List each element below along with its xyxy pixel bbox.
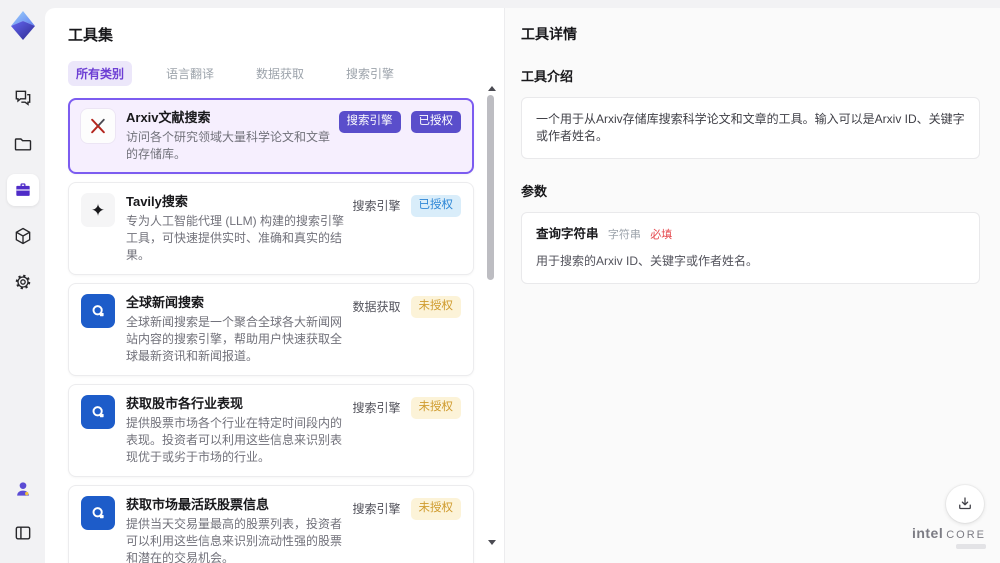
list-scrollbar[interactable]	[487, 86, 496, 545]
tool-title: Tavily搜索	[126, 194, 188, 209]
tool-card-sector-performance[interactable]: 获取股市各行业表现 提供股票市场各个行业在特定时间段内的表现。投资者可以利用这些…	[68, 384, 474, 477]
status-badge: 未授权	[410, 296, 461, 318]
intel-core-logo: intel CORE	[912, 525, 986, 549]
chat-icon	[13, 88, 33, 108]
tool-title: 获取股市各行业表现	[126, 396, 244, 411]
param-card: 查询字符串 字符串 必填 用于搜索的Arxiv ID、关键字或作者姓名。	[521, 212, 980, 284]
scroll-up-icon[interactable]	[488, 86, 496, 91]
tool-card-list: Arxiv文献搜索 访问各个研究领域大量科学论文和文章的存储库。 搜索引擎 已授…	[68, 98, 474, 563]
category-label: 搜索引擎	[352, 199, 401, 214]
tool-title: 全球新闻搜索	[126, 295, 205, 310]
status-badge: 未授权	[410, 498, 461, 520]
sidebar-item-tools[interactable]	[6, 174, 39, 206]
toolbox-icon	[13, 180, 33, 200]
tool-card-arxiv[interactable]: Arxiv文献搜索 访问各个研究领域大量科学论文和文章的存储库。 搜索引擎 已授…	[68, 98, 474, 174]
tool-description: 访问各个研究领域大量科学论文和文章的存储库。	[126, 130, 331, 161]
gear-icon	[13, 272, 33, 292]
category-tabs: 所有类别 语言翻译 数据获取 搜索引擎	[68, 61, 474, 86]
sidebar-item-settings[interactable]	[7, 266, 39, 298]
page-title: 工具集	[68, 27, 114, 44]
tool-list-panel: 工具集 所有类别 语言翻译 数据获取 搜索引擎 Arxiv文献搜索 访问各个研究…	[45, 8, 504, 563]
status-badge: 已授权	[410, 195, 461, 217]
tool-title: Arxiv文献搜索	[126, 110, 211, 125]
intro-card: 一个用于从Arxiv存储库搜索科学论文和文章的工具。输入可以是Arxiv ID、…	[521, 97, 980, 159]
tab-all-categories[interactable]: 所有类别	[68, 61, 133, 86]
param-header: 查询字符串 字符串 必填	[536, 226, 965, 244]
tool-description: 提供股票市场各个行业在特定时间段内的表现。投资者可以利用这些信息来识别表现优于或…	[126, 416, 343, 464]
category-label: 搜索引擎	[352, 502, 401, 517]
tool-description: 提供当天交易量最高的股票列表，投资者可以利用这些信息来识别流动性强的股票和潜在的…	[126, 517, 343, 563]
tab-data-acquisition[interactable]: 数据获取	[248, 61, 312, 86]
sparkle-icon: ✦	[81, 193, 115, 227]
param-type: 字符串	[607, 229, 641, 241]
collapse-panel-button[interactable]	[7, 517, 39, 549]
download-icon	[956, 495, 974, 513]
tool-description: 专为人工智能代理 (LLM) 构建的搜索引擎工具，可快速提供实时、准确和真实的结…	[126, 214, 345, 262]
status-badge: 未授权	[410, 397, 461, 419]
core-logo-text: CORE	[946, 529, 986, 541]
category-label: 数据获取	[352, 300, 401, 315]
user-avatar-button[interactable]	[7, 473, 39, 505]
panel-toggle-icon	[13, 523, 33, 543]
scrollbar-thumb[interactable]	[487, 95, 494, 280]
param-required-badge: 必填	[650, 229, 673, 241]
category-label: 搜索引擎	[352, 401, 401, 416]
blue-search-icon	[81, 496, 115, 530]
scroll-down-icon[interactable]	[488, 540, 496, 545]
category-badge: 搜索引擎	[338, 111, 401, 133]
brand-decoration	[956, 544, 986, 549]
intel-logo-text: intel	[911, 525, 944, 541]
intro-text: 一个用于从Arxiv存储库搜索科学论文和文章的工具。输入可以是Arxiv ID、…	[536, 112, 965, 143]
detail-title: 工具详情	[521, 26, 577, 42]
folder-icon	[13, 134, 33, 154]
tab-language-translation[interactable]: 语言翻译	[158, 61, 222, 86]
avatar-icon	[13, 479, 33, 499]
blue-search-icon	[81, 294, 115, 328]
status-badge: 已授权	[410, 111, 461, 133]
tab-search-engine[interactable]: 搜索引擎	[338, 61, 402, 86]
tool-title: 获取市场最活跃股票信息	[126, 497, 270, 512]
tool-card-global-news[interactable]: 全球新闻搜索 全球新闻搜索是一个聚合全球各大新闻网站内容的搜索引擎，帮助用户快速…	[68, 283, 474, 376]
left-sidebar	[0, 0, 45, 563]
tool-card-most-active-stocks[interactable]: 获取市场最活跃股票信息 提供当天交易量最高的股票列表，投资者可以利用这些信息来识…	[68, 485, 474, 563]
tool-description: 全球新闻搜索是一个聚合全球各大新闻网站内容的搜索引擎，帮助用户快速获取全球最新资…	[126, 315, 343, 363]
sidebar-item-chat[interactable]	[7, 82, 39, 114]
sidebar-item-files[interactable]	[7, 128, 39, 160]
sidebar-item-models[interactable]	[7, 220, 39, 252]
tool-card-tavily[interactable]: ✦ Tavily搜索 专为人工智能代理 (LLM) 构建的搜索引擎工具，可快速提…	[68, 182, 474, 275]
cube-icon	[13, 226, 33, 246]
param-description: 用于搜索的Arxiv ID、关键字或作者姓名。	[536, 254, 759, 268]
arxiv-icon	[81, 109, 115, 143]
intro-heading: 工具介绍	[521, 69, 574, 84]
param-name: 查询字符串	[536, 227, 599, 241]
download-button[interactable]	[946, 485, 984, 523]
app-logo	[8, 10, 38, 42]
tool-detail-panel: 工具详情 工具介绍 一个用于从Arxiv存储库搜索科学论文和文章的工具。输入可以…	[504, 8, 1000, 563]
params-heading: 参数	[521, 184, 548, 199]
blue-search-icon	[81, 395, 115, 429]
